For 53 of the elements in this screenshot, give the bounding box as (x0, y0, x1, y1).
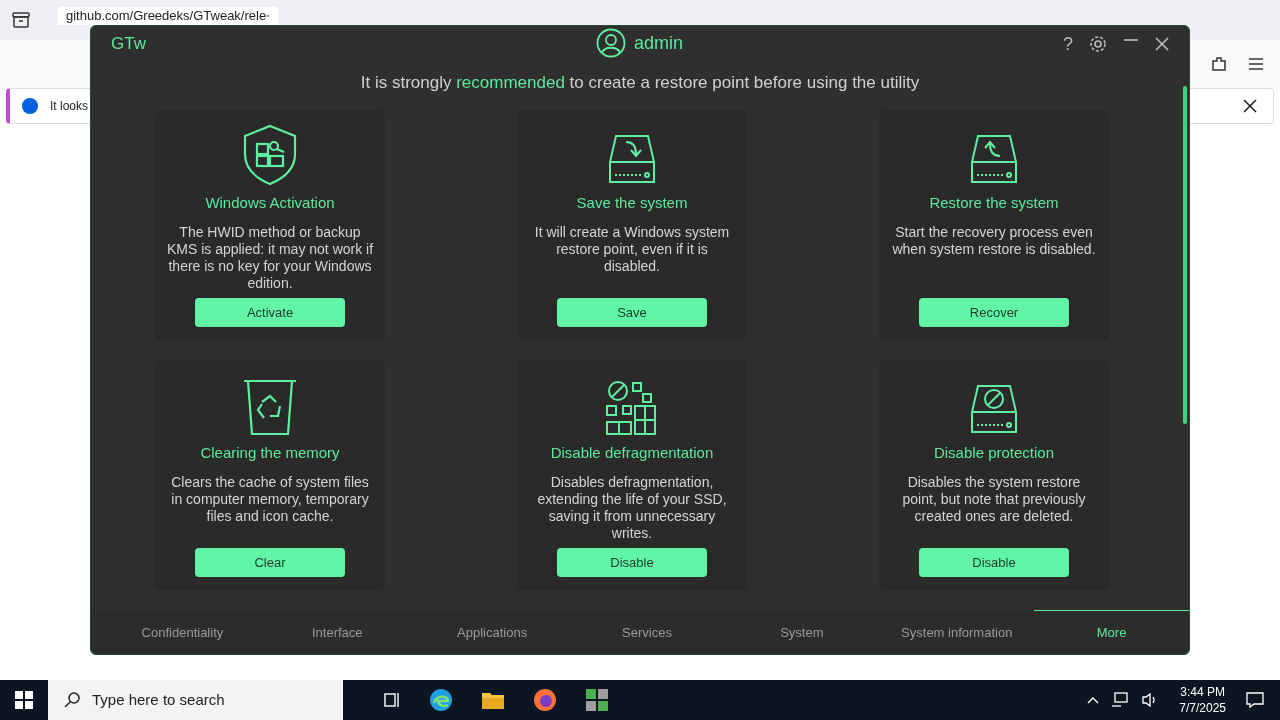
card-title: Disable protection (933, 442, 1055, 463)
action-button[interactable]: Activate (195, 298, 345, 327)
shield-icon (242, 123, 298, 186)
folder-icon[interactable] (481, 690, 505, 710)
clock-time: 3:44 PM (1180, 684, 1225, 700)
nav-tab[interactable]: Interface (259, 610, 415, 654)
browser-tab[interactable]: github.com/Greedeks/GTweak/rele (58, 7, 278, 25)
user-avatar-icon (596, 28, 626, 58)
card-description: Start the recovery process even when system restore is disabled. (891, 224, 1097, 259)
recycle-bin-icon (242, 377, 298, 436)
nav-tab[interactable]: System information (879, 610, 1035, 654)
search-icon (64, 692, 80, 708)
nav-tab[interactable]: System (724, 610, 880, 654)
card-title: Disable defragmentation (550, 442, 714, 463)
nav-tab[interactable]: Confidentiality (105, 610, 260, 654)
action-button[interactable]: Disable (557, 548, 707, 577)
recommendation-text: It is strongly recommended to create a restore point before using the utility (360, 72, 920, 94)
action-button[interactable]: Save (557, 298, 707, 327)
notification-text: It looks (50, 98, 88, 115)
network-icon[interactable] (1111, 692, 1130, 708)
card-description: Disables the system restore point, but note that previously created ones are deleted. (901, 474, 1087, 526)
action-button[interactable]: Disable (919, 548, 1069, 577)
settings-icon[interactable] (1089, 35, 1107, 53)
tab-list-icon[interactable] (12, 12, 30, 28)
blocks-icon (605, 379, 659, 436)
extensions-icon[interactable] (1210, 55, 1228, 73)
action-button[interactable]: Clear (195, 548, 345, 577)
card-description: Clears the cache of system files in computer memory, temporary files and icon cache. (170, 474, 370, 526)
nav-tab[interactable]: Services (569, 610, 725, 654)
card-description: It will create a Windows system restore point, even if it is disabled. (533, 224, 731, 276)
action-button[interactable]: Recover (919, 298, 1069, 327)
chevron-up-icon[interactable] (1087, 696, 1100, 704)
card-title: Windows Activation (205, 192, 335, 213)
nav-tab[interactable]: More (1034, 610, 1189, 654)
nav-tab[interactable]: Applications (414, 610, 570, 654)
edge-icon[interactable] (429, 688, 453, 712)
card-description: The HWID method or backup KMS is applied: it may not work if there is no key for your Windows edition. (165, 224, 375, 293)
app-grid-icon[interactable] (585, 688, 609, 712)
menu-icon[interactable] (1248, 57, 1264, 71)
card-title: Save the system (576, 192, 688, 213)
card-title: Restore the system (929, 192, 1059, 213)
clock-date: 7/7/2025 (1179, 700, 1226, 716)
user-name: admin (634, 31, 684, 55)
notifications-icon[interactable] (1246, 691, 1264, 709)
info-icon (22, 98, 38, 114)
firefox-icon[interactable] (533, 688, 557, 712)
app-logo: GTw (111, 33, 146, 56)
taskbar-search-field[interactable]: Type here to search (48, 680, 343, 720)
card-description: Disables defragmentation, extending the life of your SSD, saving it from unnecessary writes. (536, 474, 728, 543)
card-title: Clearing the memory (200, 442, 340, 463)
task-view-icon[interactable] (383, 691, 401, 709)
windows-start-icon[interactable] (15, 691, 33, 709)
help-button[interactable]: ? (1063, 30, 1073, 58)
